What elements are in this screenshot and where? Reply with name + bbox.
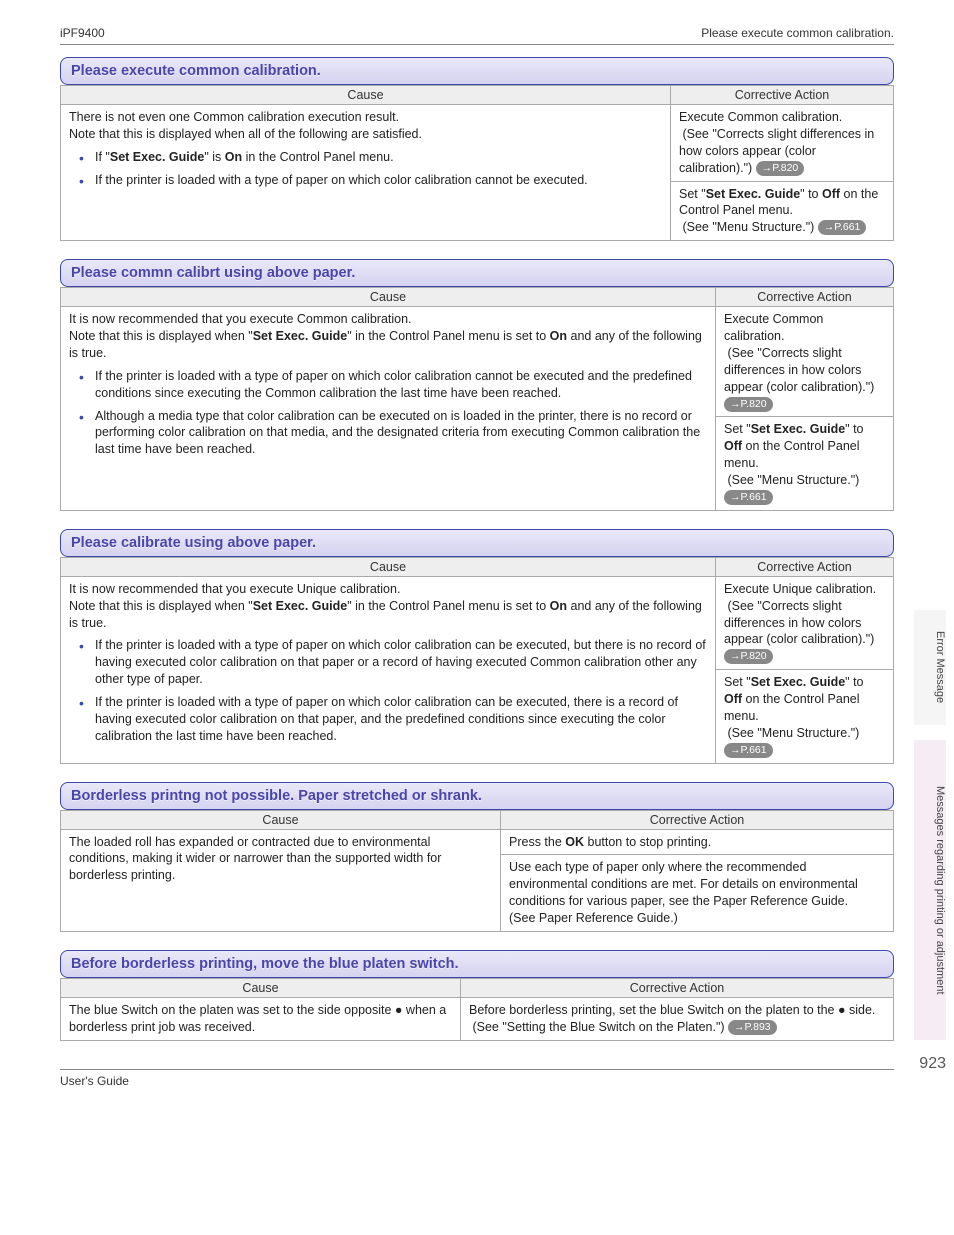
column-header: Cause xyxy=(61,86,671,105)
cause-action-table: CauseCorrective ActionThere is not even … xyxy=(60,85,894,241)
section: Please calibrate using above paper.Cause… xyxy=(60,529,894,764)
action-cell: Execute Unique calibration. (See "Correc… xyxy=(716,576,894,669)
section: Please commn calibrt using above paper.C… xyxy=(60,259,894,511)
section-title: Please commn calibrt using above paper. xyxy=(60,259,894,287)
action-cell: Set "Set Exec. Guide" to Off on the Cont… xyxy=(716,417,894,510)
section: Please execute common calibration.CauseC… xyxy=(60,57,894,241)
cause-action-table: CauseCorrective ActionThe blue Switch on… xyxy=(60,978,894,1041)
page-number: 923 xyxy=(919,1055,946,1073)
side-tabs: Error Message Messages regarding printin… xyxy=(906,0,946,1098)
column-header: Corrective Action xyxy=(716,288,894,307)
action-cell: Press the OK button to stop printing. xyxy=(501,829,894,855)
tab-messages-printing[interactable]: Messages regarding printing or adjustmen… xyxy=(914,740,946,1040)
action-cell: Before borderless printing, set the blue… xyxy=(461,997,894,1040)
section: Borderless printng not possible. Paper s… xyxy=(60,782,894,932)
header-left: iPF9400 xyxy=(60,26,105,40)
column-header: Cause xyxy=(61,978,461,997)
column-header: Cause xyxy=(61,557,716,576)
page-header: iPF9400 Please execute common calibratio… xyxy=(60,26,894,45)
footer-left: User's Guide xyxy=(60,1074,129,1088)
cause-cell: There is not even one Common calibration… xyxy=(61,105,671,241)
column-header: Corrective Action xyxy=(461,978,894,997)
column-header: Corrective Action xyxy=(501,810,894,829)
section-title: Please calibrate using above paper. xyxy=(60,529,894,557)
column-header: Cause xyxy=(61,810,501,829)
column-header: Cause xyxy=(61,288,716,307)
cause-cell: It is now recommended that you execute C… xyxy=(61,307,716,511)
action-cell: Set "Set Exec. Guide" to Off on the Cont… xyxy=(671,181,894,241)
section-title: Before borderless printing, move the blu… xyxy=(60,950,894,978)
section-title: Borderless printng not possible. Paper s… xyxy=(60,782,894,810)
cause-action-table: CauseCorrective ActionIt is now recommen… xyxy=(60,287,894,511)
column-header: Corrective Action xyxy=(671,86,894,105)
action-cell: Use each type of paper only where the re… xyxy=(501,855,894,932)
cause-action-table: CauseCorrective ActionThe loaded roll ha… xyxy=(60,810,894,932)
action-cell: Execute Common calibration. (See "Correc… xyxy=(671,105,894,182)
cause-cell: The blue Switch on the platen was set to… xyxy=(61,997,461,1040)
column-header: Corrective Action xyxy=(716,557,894,576)
action-cell: Set "Set Exec. Guide" to Off on the Cont… xyxy=(716,670,894,763)
cause-cell: It is now recommended that you execute U… xyxy=(61,576,716,763)
cause-action-table: CauseCorrective ActionIt is now recommen… xyxy=(60,557,894,764)
section: Before borderless printing, move the blu… xyxy=(60,950,894,1041)
tab-error-message[interactable]: Error Message xyxy=(914,610,946,725)
section-title: Please execute common calibration. xyxy=(60,57,894,85)
action-cell: Execute Common calibration. (See "Correc… xyxy=(716,307,894,417)
page-footer: User's Guide xyxy=(60,1069,894,1088)
cause-cell: The loaded roll has expanded or contract… xyxy=(61,829,501,931)
header-right: Please execute common calibration. xyxy=(701,26,894,40)
